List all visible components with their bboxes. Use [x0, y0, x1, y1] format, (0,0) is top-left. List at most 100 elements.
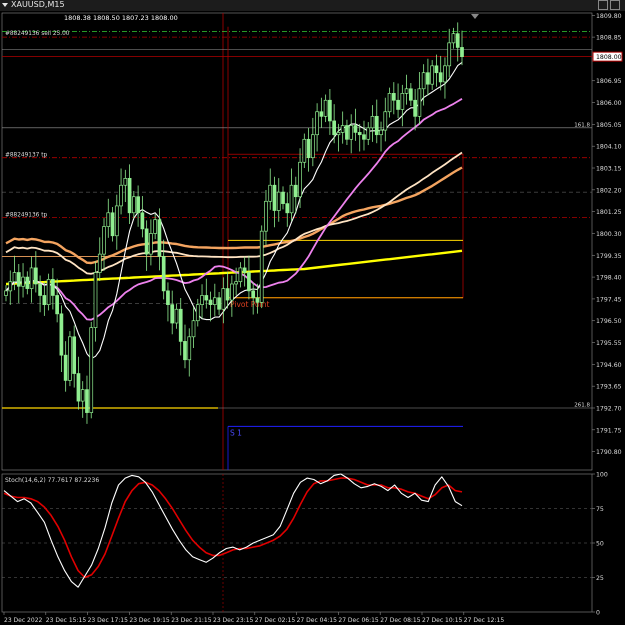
- candle-body: [38, 283, 42, 296]
- candle-body: [306, 138, 311, 159]
- candle-body: [251, 290, 256, 299]
- ma-violet-line: [5, 98, 463, 321]
- price-tick-label: 1799.35: [596, 253, 622, 260]
- candle-body: [413, 99, 417, 117]
- candle-body: [144, 228, 149, 255]
- candle-body: [4, 290, 8, 296]
- stoch-tick-label: 25: [596, 575, 604, 582]
- candle-body: [208, 299, 213, 306]
- candle-body: [16, 272, 21, 287]
- candle-body: [460, 47, 464, 57]
- stoch-signal-line: [3, 477, 463, 579]
- price-tick-label: 1795.55: [596, 340, 622, 347]
- stoch-main-line: [3, 473, 463, 588]
- candle-body: [387, 93, 392, 113]
- candle-body: [353, 125, 358, 133]
- candle-body: [200, 295, 204, 306]
- candle-body: [315, 111, 319, 136]
- candle-body: [136, 196, 140, 214]
- time-tick-label: 23 Dec 15:15: [46, 617, 87, 624]
- candle-body: [281, 191, 285, 204]
- time-tick-label: 23 Dec 23:15: [213, 617, 254, 624]
- stoch-label: Stoch(14,6,2) 77.7617 87.2236: [5, 477, 99, 484]
- pivot-point-label: Pivot Point: [230, 300, 269, 309]
- price-tick-label: 1792.70: [596, 405, 622, 412]
- candle-body: [29, 267, 34, 289]
- candle-body: [238, 267, 243, 283]
- order-label: #88249137 tp: [5, 153, 47, 159]
- candle-body: [183, 341, 187, 361]
- time-tick-label: 27 Dec 04:15: [297, 617, 338, 624]
- candle-body: [264, 200, 268, 232]
- stoch-tick-label: 75: [596, 506, 604, 513]
- candle-body: [247, 272, 251, 292]
- candle-body: [161, 256, 166, 292]
- price-tick-label: 1802.20: [596, 187, 622, 194]
- candle-body: [106, 212, 111, 227]
- candle-body: [268, 184, 273, 202]
- candle-body: [59, 313, 64, 356]
- price-tick-label: 1796.50: [596, 318, 622, 325]
- candle-body: [187, 336, 192, 361]
- candle-body: [166, 290, 170, 306]
- price-tick-label: 1806.95: [596, 78, 622, 85]
- candle-body: [400, 93, 405, 110]
- candle-body: [76, 373, 81, 402]
- candle-body: [230, 283, 234, 301]
- chart-canvas[interactable]: 1809.801808.851807.901806.951806.001805.…: [0, 0, 625, 625]
- time-tick-label: 27 Dec 02:15: [255, 617, 296, 624]
- time-tick-label: 27 Dec 12:15: [464, 617, 505, 624]
- candle-body: [217, 297, 221, 310]
- price-tick-label: 1809.80: [596, 13, 622, 20]
- candle-body: [293, 184, 298, 198]
- current-price-label: 1808.00: [596, 54, 622, 61]
- candle-body: [255, 297, 260, 303]
- candle-body: [298, 161, 302, 198]
- order-label: #88249136 sell 25.00: [5, 31, 70, 37]
- candle-body: [455, 33, 460, 48]
- price-tick-label: 1793.65: [596, 384, 622, 391]
- candle-body: [46, 279, 51, 306]
- candle-body: [430, 65, 435, 85]
- time-tick-label: 27 Dec 10:15: [422, 617, 463, 624]
- candle-body: [212, 297, 217, 306]
- candle-body: [374, 115, 379, 136]
- candle-body: [259, 230, 264, 303]
- price-tick-label: 1803.15: [596, 166, 622, 173]
- candle-body: [404, 88, 409, 94]
- candle-body: [68, 336, 72, 381]
- candle-body: [110, 212, 115, 237]
- price-tick-label: 1808.85: [596, 35, 622, 42]
- time-tick-label: 23 Dec 21:15: [171, 617, 212, 624]
- candle-body: [302, 138, 307, 163]
- candle-body: [119, 184, 123, 207]
- candle-body: [272, 184, 277, 211]
- candle-body: [310, 134, 315, 159]
- candle-body: [349, 125, 354, 140]
- candle-body: [336, 132, 341, 136]
- candle-body: [195, 304, 200, 322]
- candle-body: [97, 253, 102, 273]
- stoch-tick-label: 100: [596, 472, 608, 479]
- candle-body: [289, 184, 294, 214]
- candle-body: [434, 65, 439, 74]
- candle-body: [25, 276, 30, 289]
- candle-body: [132, 196, 136, 214]
- candle-body: [63, 354, 68, 381]
- candle-body: [362, 134, 366, 140]
- candle-body: [149, 233, 153, 255]
- candle-body: [370, 115, 375, 129]
- candle-body: [93, 272, 98, 328]
- candle-body: [357, 132, 362, 136]
- price-tick-label: 1798.40: [596, 275, 622, 282]
- time-tick-label: 23 Dec 2022: [4, 617, 43, 624]
- time-tick-label: 23 Dec 17:15: [88, 617, 129, 624]
- price-tick-label: 1805.05: [596, 122, 622, 129]
- candle-body: [409, 88, 413, 101]
- candle-body: [391, 93, 396, 101]
- candle-body: [323, 99, 328, 117]
- stoch-tick-label: 0: [596, 610, 600, 617]
- candle-body: [443, 65, 447, 83]
- candle-body: [72, 336, 77, 374]
- candle-body: [42, 295, 47, 306]
